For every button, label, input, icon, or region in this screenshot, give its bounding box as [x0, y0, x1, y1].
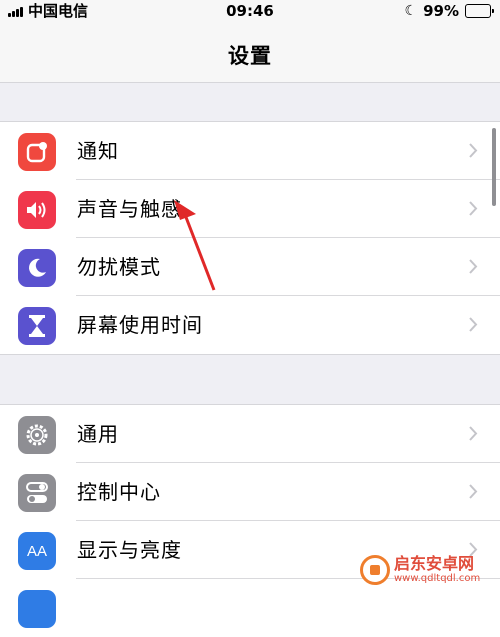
row-label: 屏幕使用时间 [77, 313, 203, 337]
battery-icon [465, 4, 494, 18]
settings-group-1: 通知 声音与触感 勿扰模式 屏幕使用时间 [0, 121, 500, 355]
text-size-icon: AA [18, 532, 56, 570]
watermark-logo-icon [360, 555, 390, 585]
settings-group-2: 通用 控制中心 AA 显示与亮度 [0, 404, 500, 637]
chevron-right-icon [469, 143, 478, 158]
row-label: 通知 [77, 139, 119, 163]
settings-row-screen-time[interactable]: 屏幕使用时间 [0, 296, 500, 354]
settings-row-general[interactable]: 通用 [0, 405, 500, 463]
chevron-right-icon [469, 426, 478, 441]
chevron-right-icon [469, 317, 478, 332]
status-bar: 中国电信 09:46 ☾ 99% [0, 0, 500, 24]
watermark: 启东安卓网 www.qdltqdl.com [360, 548, 500, 592]
moon-icon [18, 249, 56, 287]
status-right: ☾ 99% [405, 2, 494, 20]
gear-icon [18, 416, 56, 454]
watermark-title: 启东安卓网 [394, 554, 475, 573]
settings-row-do-not-disturb[interactable]: 勿扰模式 [0, 238, 500, 296]
sounds-icon [18, 191, 56, 229]
settings-row-control-center[interactable]: 控制中心 [0, 463, 500, 521]
chevron-right-icon [469, 201, 478, 216]
battery-percent: 99% [423, 2, 459, 20]
chevron-right-icon [469, 484, 478, 499]
text-size-glyph: AA [26, 542, 47, 560]
watermark-url: www.qdltqdl.com [394, 573, 481, 584]
hourglass-icon [18, 307, 56, 345]
row-label: 控制中心 [77, 480, 161, 504]
page-title: 设置 [228, 44, 272, 68]
settings-row-sounds[interactable]: 声音与触感 [0, 180, 500, 238]
settings-row-notifications[interactable]: 通知 [0, 122, 500, 180]
toggles-icon [18, 474, 56, 512]
navigation-bar: 设置 [0, 24, 500, 83]
notifications-icon [18, 133, 56, 171]
row-label: 勿扰模式 [77, 255, 161, 279]
chevron-right-icon [469, 259, 478, 274]
do-not-disturb-icon: ☾ [404, 3, 418, 19]
row-label: 声音与触感 [77, 197, 182, 221]
row-label: 通用 [77, 422, 119, 446]
row-label: 显示与亮度 [77, 538, 182, 562]
scroll-indicator[interactable] [492, 128, 496, 206]
